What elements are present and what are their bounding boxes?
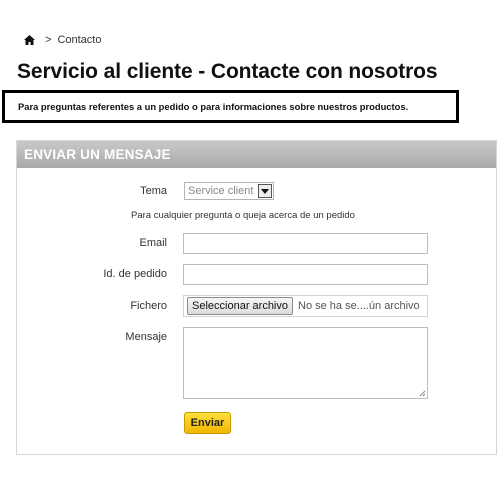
order-id-label: Id. de pedido	[103, 268, 167, 280]
file-status: No se ha se....ún archivo	[298, 300, 420, 312]
resize-handle-icon[interactable]	[419, 390, 426, 397]
message-textarea[interactable]	[183, 327, 428, 399]
form-header: ENVIAR UN MENSAJE	[17, 141, 496, 168]
file-input[interactable]: Seleccionar archivo No se ha se....ún ar…	[183, 295, 428, 317]
notice-box: Para preguntas referentes a un pedido o …	[2, 90, 459, 123]
email-label: Email	[139, 237, 167, 249]
subject-select-value: Service client	[188, 185, 254, 197]
chevron-down-icon[interactable]	[258, 184, 272, 198]
page-title: Servicio al cliente - Contacte con nosot…	[17, 60, 438, 83]
subject-label: Tema	[140, 185, 167, 197]
subject-hint: Para cualquier pregunta o queja acerca d…	[131, 210, 355, 221]
breadcrumb-separator: >	[45, 34, 52, 46]
file-label: Fichero	[130, 300, 167, 312]
order-id-field[interactable]	[183, 264, 428, 285]
breadcrumb-current: Contacto	[57, 34, 102, 46]
send-button[interactable]: Enviar	[184, 412, 231, 434]
home-icon[interactable]	[23, 34, 35, 46]
message-label: Mensaje	[125, 331, 167, 343]
email-field[interactable]	[183, 233, 428, 254]
notice-text: Para preguntas referentes a un pedido o …	[18, 101, 409, 112]
select-file-button[interactable]: Seleccionar archivo	[187, 297, 293, 315]
subject-select[interactable]: Service client	[184, 182, 274, 200]
breadcrumb: > Contacto	[23, 33, 101, 47]
contact-form-panel: ENVIAR UN MENSAJE Tema Service client Pa…	[16, 140, 497, 455]
